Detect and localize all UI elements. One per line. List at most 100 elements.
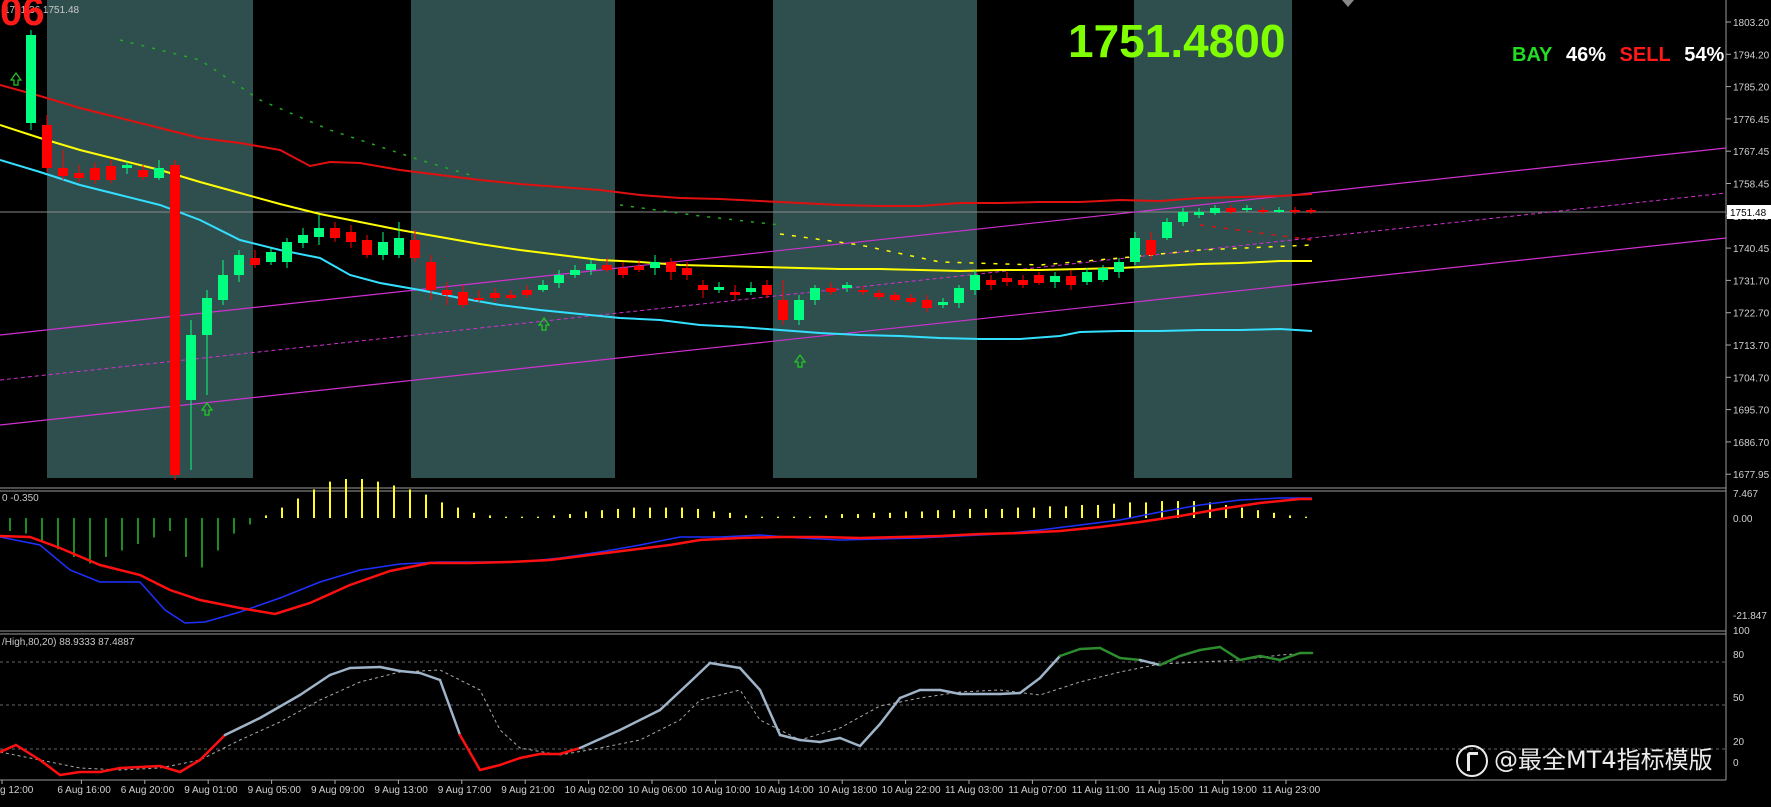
macd-histogram[interactable] — [9, 479, 1307, 568]
candle[interactable] — [586, 264, 596, 270]
candle[interactable] — [842, 285, 852, 288]
candle[interactable] — [266, 252, 276, 262]
candle[interactable] — [1002, 278, 1012, 282]
candle[interactable] — [1194, 212, 1204, 215]
candle[interactable] — [90, 168, 100, 180]
stoch-segment — [438, 678, 462, 737]
candle[interactable] — [1258, 210, 1268, 212]
candle[interactable] — [490, 293, 500, 298]
candle[interactable] — [1114, 262, 1124, 272]
candle[interactable] — [1306, 210, 1316, 212]
candle[interactable] — [314, 228, 324, 237]
candle[interactable] — [922, 300, 932, 308]
candle[interactable] — [1178, 212, 1188, 222]
candle[interactable] — [202, 298, 212, 335]
watermark: @最全MT4指标模版 — [1456, 740, 1713, 777]
candle[interactable] — [1274, 210, 1284, 212]
candle[interactable] — [906, 298, 916, 302]
candle[interactable] — [538, 285, 548, 290]
candle[interactable] — [1210, 208, 1220, 213]
candle[interactable] — [154, 168, 164, 178]
current-price-tag: 1751.48 — [1727, 205, 1771, 219]
candle[interactable] — [602, 265, 612, 270]
stoch-main-line[interactable] — [0, 645, 1314, 777]
candle[interactable] — [26, 35, 36, 123]
candle[interactable] — [1162, 222, 1172, 238]
candle[interactable] — [682, 268, 692, 275]
candle[interactable] — [714, 287, 724, 290]
trading-chart[interactable]: 1803.20 1794.20 1785.20 1776.45 1767.45 1758.… — [0, 0, 1771, 807]
time-axis-label: 10 Aug 14:00 — [755, 785, 814, 796]
candle[interactable] — [378, 242, 388, 255]
candle[interactable] — [218, 275, 228, 300]
candle[interactable] — [826, 288, 836, 292]
candle[interactable] — [426, 262, 436, 290]
candle[interactable] — [698, 285, 708, 290]
candle[interactable] — [506, 295, 516, 298]
candle[interactable] — [74, 173, 84, 178]
time-axis-label: 10 Aug 06:00 — [628, 785, 687, 796]
candle[interactable] — [330, 228, 340, 238]
candle[interactable] — [650, 262, 660, 268]
candle[interactable] — [778, 300, 788, 320]
candle[interactable] — [986, 280, 996, 285]
candle[interactable] — [954, 288, 964, 303]
candle[interactable] — [410, 240, 420, 258]
stoch-segment — [198, 733, 227, 762]
macd-signal-line[interactable] — [0, 497, 1312, 624]
candle[interactable] — [746, 288, 756, 292]
candle[interactable] — [890, 295, 900, 300]
candle[interactable] — [1146, 240, 1156, 255]
candle[interactable] — [570, 270, 580, 275]
candle[interactable] — [618, 268, 628, 275]
candle[interactable] — [474, 298, 484, 300]
candle[interactable] — [634, 266, 644, 270]
candle[interactable] — [554, 275, 564, 283]
candle[interactable] — [42, 125, 52, 168]
candle[interactable] — [874, 293, 884, 297]
macd-main-line[interactable] — [0, 497, 1312, 616]
candle[interactable] — [106, 166, 116, 180]
candle[interactable] — [234, 255, 244, 275]
candle[interactable] — [1098, 268, 1108, 280]
candle[interactable] — [1034, 275, 1044, 283]
candle[interactable] — [858, 290, 868, 292]
candle[interactable] — [346, 232, 356, 242]
candle[interactable] — [138, 170, 148, 177]
candle[interactable] — [1050, 276, 1060, 282]
stoch-header: /High,80,20) 88.9333 87.4887 — [2, 637, 135, 648]
candle[interactable] — [1066, 276, 1076, 285]
candle[interactable] — [282, 242, 292, 262]
candle[interactable] — [1226, 208, 1236, 212]
candle[interactable] — [522, 290, 532, 295]
candle[interactable] — [458, 292, 468, 305]
candle[interactable] — [394, 238, 404, 255]
candle[interactable] — [298, 235, 308, 243]
candle[interactable] — [1290, 210, 1300, 212]
scroll-marker-icon[interactable] — [1342, 0, 1354, 7]
candle[interactable] — [122, 165, 132, 168]
candle[interactable] — [1018, 280, 1028, 285]
candle[interactable] — [666, 262, 676, 272]
session-band — [47, 0, 253, 478]
candle[interactable] — [170, 165, 180, 475]
candle[interactable] — [794, 300, 804, 320]
stoch-segment — [1258, 654, 1282, 662]
candle[interactable] — [970, 275, 980, 290]
stoch-segment — [838, 736, 862, 748]
candle[interactable] — [1082, 272, 1092, 282]
candle[interactable] — [250, 258, 260, 265]
candle[interactable] — [442, 290, 452, 295]
stoch-segment — [1238, 654, 1262, 662]
candle[interactable] — [58, 168, 68, 176]
candle[interactable] — [762, 285, 772, 295]
candle[interactable] — [938, 302, 948, 305]
candle[interactable] — [810, 288, 820, 300]
stoch-levels — [0, 661, 1726, 750]
candle[interactable] — [730, 292, 740, 295]
candle[interactable] — [186, 335, 196, 400]
stoch-segment — [708, 661, 742, 670]
candle[interactable] — [1242, 208, 1252, 210]
candle[interactable] — [1130, 238, 1140, 262]
candle[interactable] — [362, 240, 372, 255]
